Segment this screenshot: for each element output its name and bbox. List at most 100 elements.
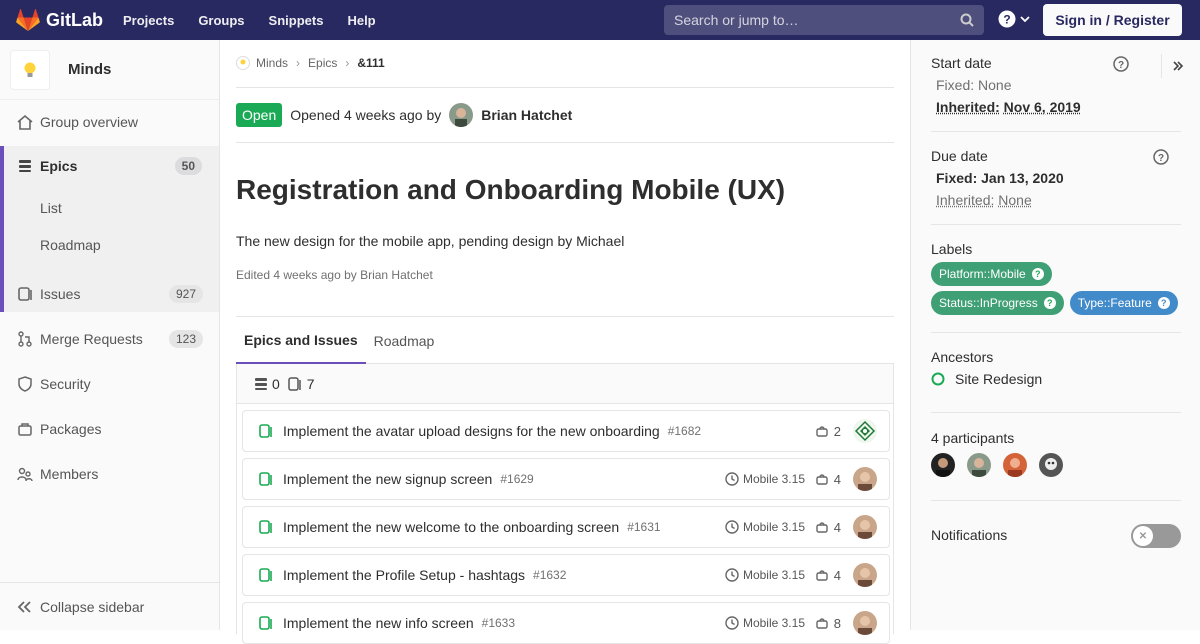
issue-title[interactable]: Implement the avatar upload designs for … xyxy=(283,423,660,439)
tab-roadmap[interactable]: Roadmap xyxy=(366,317,443,364)
weight-icon xyxy=(816,426,828,437)
sidebar-item-merge-requests[interactable]: Merge Requests 123 xyxy=(0,319,219,359)
due-date-section: Due date ? Fixed: Jan 13, 2020 Inherited… xyxy=(931,148,1181,208)
sidebar-subitem-list[interactable]: List xyxy=(40,200,62,216)
issue-title[interactable]: Implement the new info screen xyxy=(283,615,474,631)
avatar[interactable] xyxy=(1039,453,1063,477)
page-title: Registration and Onboarding Mobile (UX) xyxy=(236,174,786,205)
question-circle-icon[interactable]: ? xyxy=(1153,149,1169,165)
breadcrumb-current[interactable]: &111 xyxy=(357,56,384,70)
divider xyxy=(931,224,1181,225)
avatar[interactable] xyxy=(449,103,474,127)
avatar[interactable] xyxy=(967,453,991,477)
sidebar-item-security[interactable]: Security xyxy=(0,364,219,404)
collapse-right-icon[interactable] xyxy=(1172,60,1184,72)
epics-count-badge: 50 xyxy=(174,157,202,175)
chevron-right-icon: › xyxy=(296,56,301,70)
inherited-label: Inherited: xyxy=(936,192,995,208)
search-icon[interactable] xyxy=(960,13,974,27)
issue-open-icon xyxy=(259,472,275,486)
weight-icon xyxy=(816,474,828,485)
collapse-label: Collapse sidebar xyxy=(40,598,145,615)
nav-help[interactable]: Help xyxy=(347,13,375,28)
issue-title[interactable]: Implement the Profile Setup - hashtags xyxy=(283,567,525,583)
weight-value: 8 xyxy=(833,615,841,631)
weight-value: 2 xyxy=(833,423,841,439)
issue-title[interactable]: Implement the new signup screen xyxy=(283,471,492,487)
sidebar-item-label: Merge Requests xyxy=(40,331,143,347)
search-box xyxy=(664,5,984,35)
weight-icon xyxy=(816,522,828,533)
avatar[interactable] xyxy=(853,563,877,587)
list-item[interactable]: Implement the new signup screen #1629 Mo… xyxy=(242,458,890,500)
avatar[interactable] xyxy=(931,453,955,477)
issue-ref: #1682 xyxy=(667,424,702,438)
label-chip[interactable]: Status::InProgress ? xyxy=(931,291,1064,315)
sign-in-button[interactable]: Sign in / Register xyxy=(1043,4,1182,36)
milestone[interactable]: Mobile 3.15 xyxy=(725,472,805,486)
users-icon xyxy=(16,465,34,483)
avatar[interactable] xyxy=(1003,453,1027,477)
question-icon: ? xyxy=(1031,268,1044,280)
nav-snippets[interactable]: Snippets xyxy=(269,13,324,28)
sidebar-item-packages[interactable]: Packages xyxy=(0,409,219,449)
sidebar-item-epics[interactable]: Epics 50 xyxy=(0,146,219,186)
mr-count-badge: 123 xyxy=(168,330,203,348)
weight-value: 4 xyxy=(833,471,841,487)
breadcrumb-group[interactable]: Minds xyxy=(256,56,288,70)
start-inherited: Inherited: Nov 6, 2019 xyxy=(936,99,1181,115)
home-icon xyxy=(16,113,34,131)
milestone-label: Mobile 3.15 xyxy=(742,616,805,630)
avatar[interactable] xyxy=(853,515,877,539)
list-item[interactable]: Implement the Profile Setup - hashtags #… xyxy=(242,554,890,596)
label-chip[interactable]: Type::Feature ? xyxy=(1069,291,1178,315)
issues-icon xyxy=(288,376,301,391)
issue-title[interactable]: Implement the new welcome to the onboard… xyxy=(283,519,619,535)
group-header[interactable]: Minds xyxy=(0,40,219,100)
weight: 8 xyxy=(816,616,841,631)
weight: 4 xyxy=(816,520,841,535)
author-name[interactable]: Brian Hatchet xyxy=(481,107,572,123)
list-item[interactable]: Implement the new welcome to the onboard… xyxy=(242,506,890,548)
fixed-label: Fixed: xyxy=(936,77,975,93)
sidebar-item-group-overview[interactable]: Group overview xyxy=(0,102,219,142)
issue-open-icon xyxy=(259,520,275,534)
nav-groups[interactable]: Groups xyxy=(198,13,244,28)
chevron-down-icon xyxy=(1020,16,1030,23)
sidebar-subitem-roadmap[interactable]: Roadmap xyxy=(40,237,101,253)
avatar[interactable] xyxy=(853,467,877,491)
milestone[interactable]: Mobile 3.15 xyxy=(725,616,805,630)
search-input[interactable] xyxy=(674,12,954,28)
milestone[interactable]: Mobile 3.15 xyxy=(725,520,805,534)
gitlab-logo[interactable]: GitLab xyxy=(16,9,103,31)
divider xyxy=(236,142,894,143)
notifications-toggle[interactable]: ✕ xyxy=(1131,524,1181,548)
breadcrumb-epics[interactable]: Epics xyxy=(308,56,337,70)
tree-list: Implement the avatar upload designs for … xyxy=(236,404,894,644)
sidebar-item-label: Security xyxy=(40,376,91,392)
milestone-label: Mobile 3.15 xyxy=(742,472,805,486)
tab-epics-and-issues[interactable]: Epics and Issues xyxy=(236,317,366,364)
clock-icon xyxy=(725,472,739,486)
inherited-label: Inherited: xyxy=(936,99,1000,115)
sidebar-item-issues[interactable]: Issues 927 xyxy=(0,274,219,314)
sidebar-item-label: Epics xyxy=(40,158,78,174)
label-chip[interactable]: Platform::Mobile ? xyxy=(931,262,1052,286)
clock-icon xyxy=(725,616,739,630)
participants-section: 4 participants xyxy=(931,430,1181,477)
issue-ref: #1632 xyxy=(533,568,567,582)
nav-projects[interactable]: Projects xyxy=(123,13,174,28)
collapse-sidebar-button[interactable]: Collapse sidebar xyxy=(0,582,219,630)
question-circle-icon[interactable]: ? xyxy=(1113,56,1129,72)
avatar[interactable] xyxy=(853,611,877,635)
list-item[interactable]: Implement the avatar upload designs for … xyxy=(242,410,890,452)
weight-icon xyxy=(816,618,828,629)
milestone[interactable]: Mobile 3.15 xyxy=(725,568,805,582)
ancestor-item[interactable]: Site Redesign xyxy=(931,371,1181,387)
list-item[interactable]: Implement the new info screen #1633 Mobi… xyxy=(242,602,890,644)
divider xyxy=(931,131,1181,132)
avatar[interactable] xyxy=(853,419,877,443)
sidebar-item-members[interactable]: Members xyxy=(0,454,219,494)
shield-icon xyxy=(16,375,34,393)
help-dropdown[interactable]: ? xyxy=(998,10,1031,28)
